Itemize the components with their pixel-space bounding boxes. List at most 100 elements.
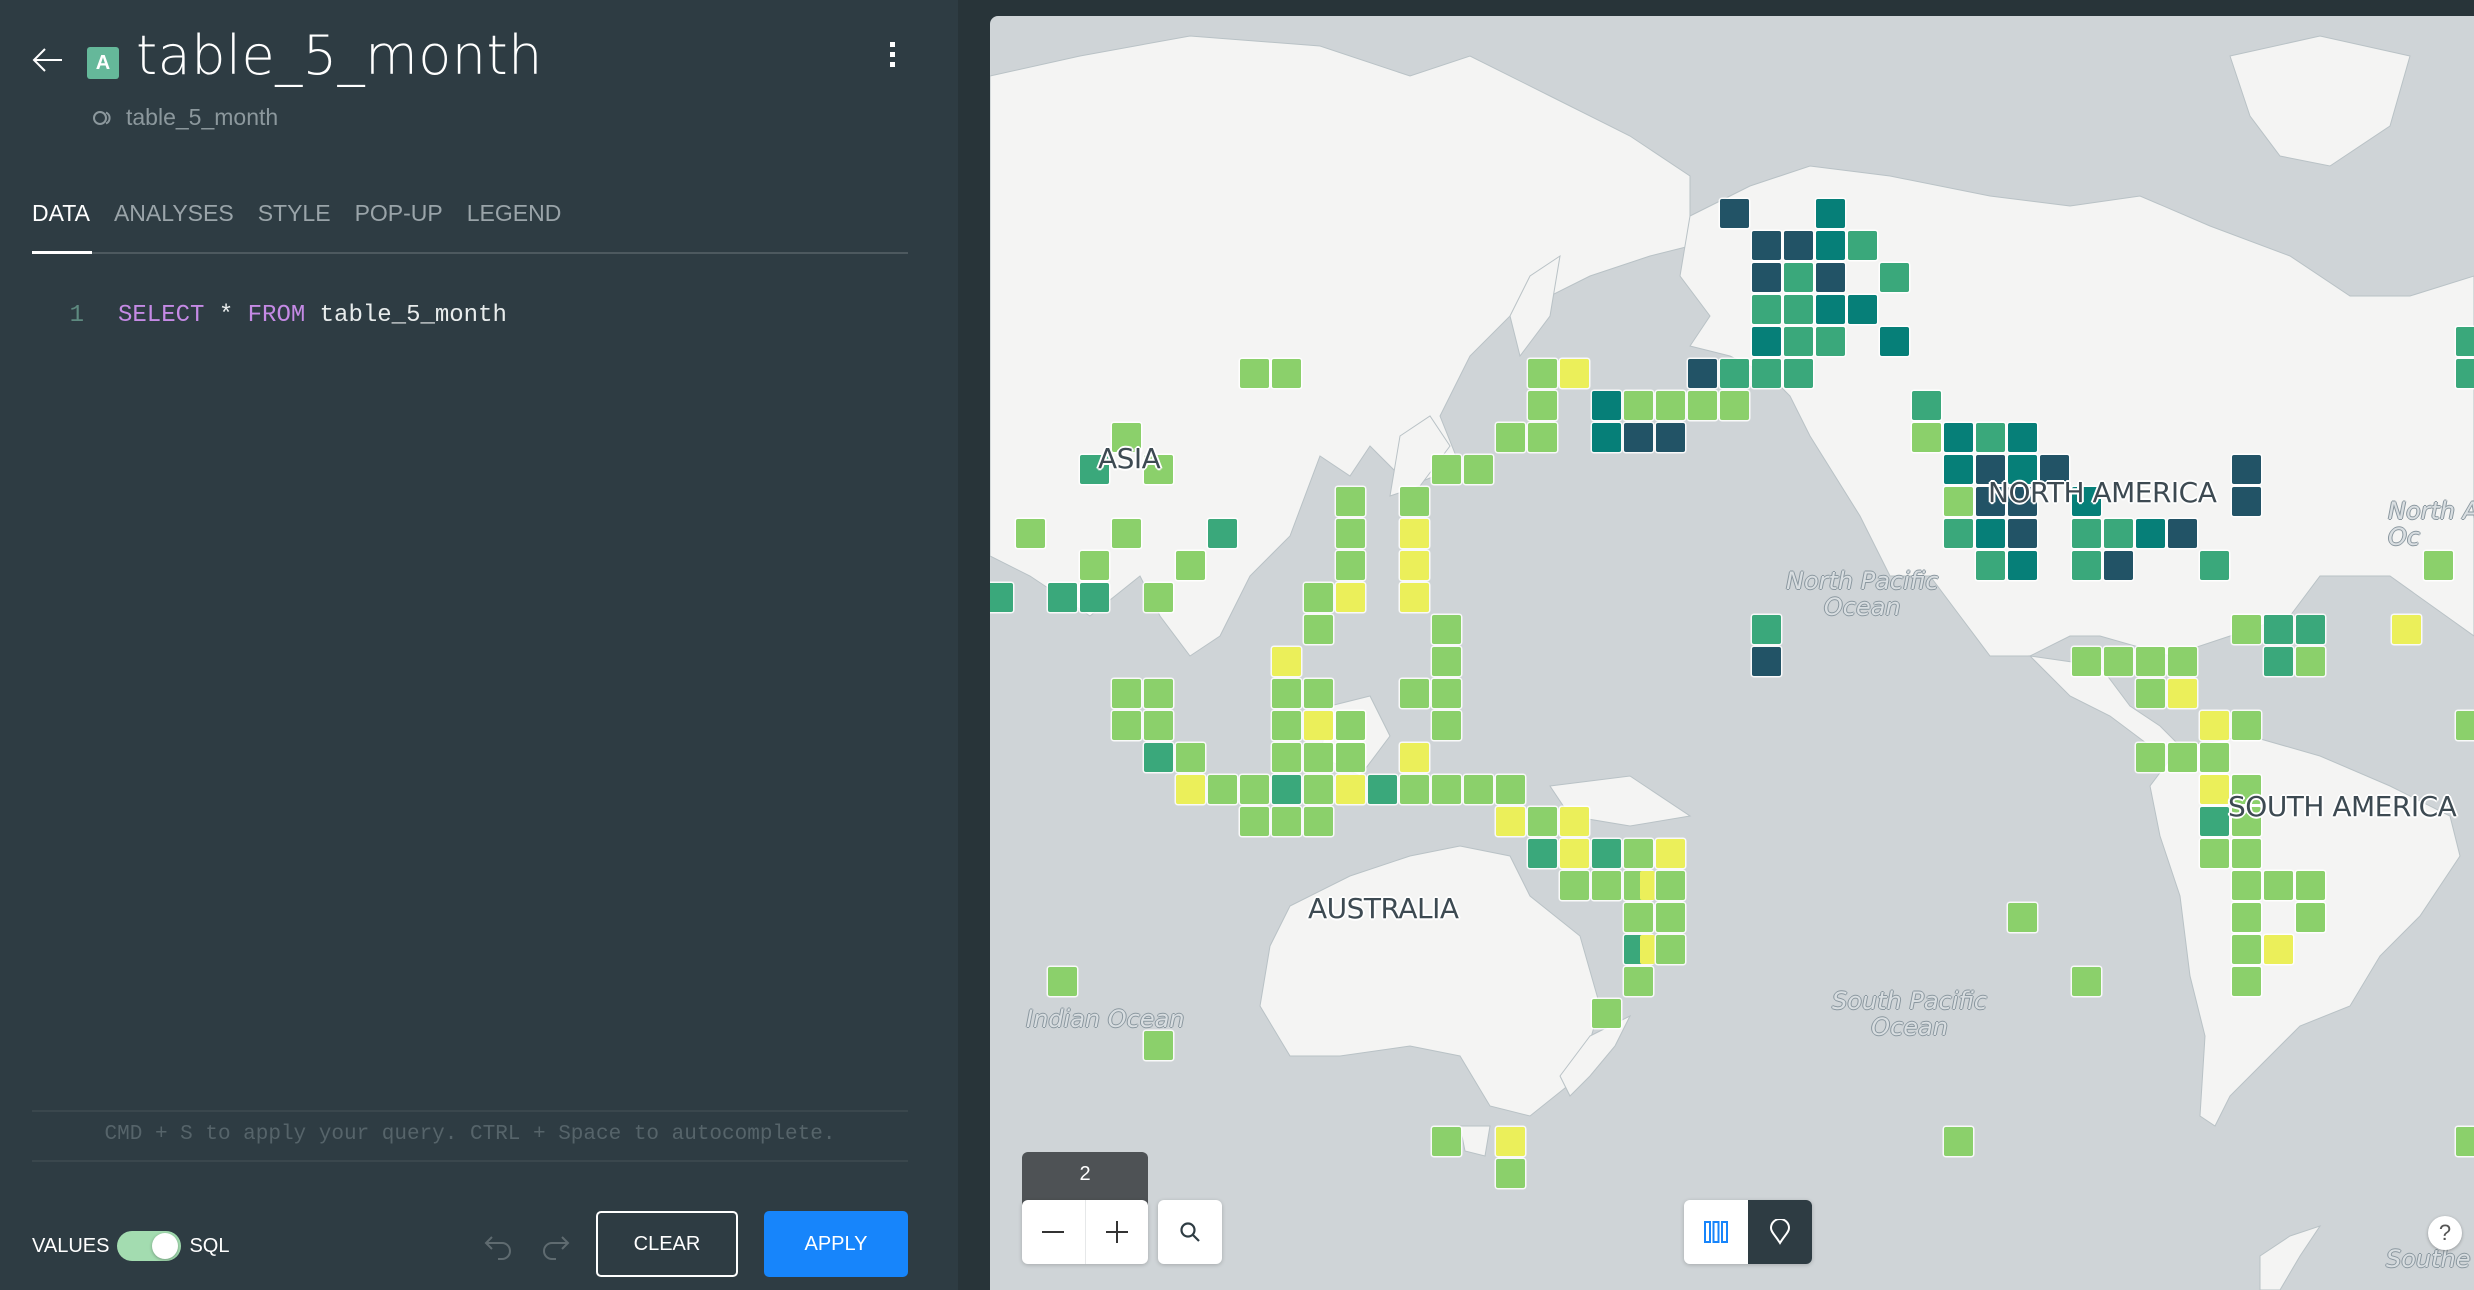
grid-cell[interactable] bbox=[2296, 871, 2325, 900]
grid-cell[interactable] bbox=[1784, 359, 1813, 388]
grid-cell[interactable] bbox=[1144, 711, 1173, 740]
grid-cell[interactable] bbox=[2264, 615, 2293, 644]
grid-cell[interactable] bbox=[2136, 647, 2165, 676]
grid-cell[interactable] bbox=[1560, 839, 1589, 868]
grid-cell[interactable] bbox=[1784, 295, 1813, 324]
values-sql-switch[interactable] bbox=[117, 1231, 182, 1261]
grid-cell[interactable] bbox=[2232, 903, 2261, 932]
grid-cell[interactable] bbox=[2104, 647, 2133, 676]
grid-cell[interactable] bbox=[1944, 455, 1973, 484]
grid-cell[interactable] bbox=[2168, 743, 2197, 772]
tab-style[interactable]: STYLE bbox=[258, 200, 331, 255]
grid-cell[interactable] bbox=[1432, 711, 1461, 740]
grid-cell[interactable] bbox=[1816, 263, 1845, 292]
grid-cell[interactable] bbox=[1176, 775, 1205, 804]
tab-legend[interactable]: LEGEND bbox=[467, 200, 562, 255]
grid-cell[interactable] bbox=[1640, 871, 1655, 900]
grid-cell[interactable] bbox=[1528, 807, 1557, 836]
grid-cell[interactable] bbox=[2104, 551, 2133, 580]
grid-cell[interactable] bbox=[2232, 967, 2261, 996]
grid-cell[interactable] bbox=[1592, 423, 1621, 452]
grid-cell[interactable] bbox=[1656, 903, 1685, 932]
grid-cell[interactable] bbox=[2232, 615, 2261, 644]
grid-cell[interactable] bbox=[1304, 615, 1333, 644]
grid-cell[interactable] bbox=[1144, 1031, 1173, 1060]
grid-cell[interactable] bbox=[1624, 423, 1653, 452]
grid-cell[interactable] bbox=[1688, 391, 1717, 420]
grid-cell[interactable] bbox=[1336, 487, 1365, 516]
grid-cell[interactable] bbox=[1272, 807, 1301, 836]
grid-cell[interactable] bbox=[1048, 583, 1077, 612]
grid-cell[interactable] bbox=[2456, 1127, 2474, 1156]
grid-cell[interactable] bbox=[1784, 327, 1813, 356]
grid-cell[interactable] bbox=[1144, 583, 1173, 612]
grid-cell[interactable] bbox=[1304, 775, 1333, 804]
grid-cell[interactable] bbox=[1304, 743, 1333, 772]
grid-cell[interactable] bbox=[1624, 967, 1653, 996]
grid-cell[interactable] bbox=[1752, 647, 1781, 676]
grid-cell[interactable] bbox=[1144, 679, 1173, 708]
grid-cell[interactable] bbox=[1240, 775, 1269, 804]
grid-cell[interactable] bbox=[1976, 551, 2005, 580]
grid-cell[interactable] bbox=[1368, 775, 1397, 804]
grid-cell[interactable] bbox=[1080, 583, 1109, 612]
grid-cell[interactable] bbox=[1816, 231, 1845, 260]
grid-cell[interactable] bbox=[2136, 519, 2165, 548]
grid-cell[interactable] bbox=[1176, 551, 1205, 580]
grid-cell[interactable] bbox=[2008, 903, 2037, 932]
grid-cell[interactable] bbox=[1336, 583, 1365, 612]
grid-cell[interactable] bbox=[1752, 295, 1781, 324]
grid-cell[interactable] bbox=[2136, 679, 2165, 708]
grid-cell[interactable] bbox=[2168, 519, 2197, 548]
grid-cell[interactable] bbox=[1640, 935, 1655, 964]
grid-cell[interactable] bbox=[1400, 583, 1429, 612]
grid-cell[interactable] bbox=[2456, 327, 2474, 356]
grid-cell[interactable] bbox=[1336, 711, 1365, 740]
grid-cell[interactable] bbox=[1752, 615, 1781, 644]
grid-cell[interactable] bbox=[1816, 295, 1845, 324]
grid-cell[interactable] bbox=[1240, 807, 1269, 836]
grid-cell[interactable] bbox=[1272, 775, 1301, 804]
grid-cell[interactable] bbox=[2008, 551, 2037, 580]
grid-cell[interactable] bbox=[1752, 263, 1781, 292]
grid-cell[interactable] bbox=[1304, 711, 1333, 740]
grid-cell[interactable] bbox=[2456, 711, 2474, 740]
grid-cell[interactable] bbox=[2296, 903, 2325, 932]
grid-cell[interactable] bbox=[1656, 935, 1685, 964]
grid-cell[interactable] bbox=[1496, 775, 1525, 804]
grid-cell[interactable] bbox=[1720, 391, 1749, 420]
grid-cell[interactable] bbox=[1976, 423, 2005, 452]
grid-cell[interactable] bbox=[1656, 871, 1685, 900]
grid-cell[interactable] bbox=[1496, 807, 1525, 836]
grid-cell[interactable] bbox=[1336, 551, 1365, 580]
grid-cell[interactable] bbox=[2296, 647, 2325, 676]
grid-cell[interactable] bbox=[1624, 839, 1653, 868]
grid-cell[interactable] bbox=[2232, 455, 2261, 484]
grid-cell[interactable] bbox=[1944, 423, 1973, 452]
grid-cell[interactable] bbox=[2264, 871, 2293, 900]
grid-cell[interactable] bbox=[1592, 391, 1621, 420]
grid-cell[interactable] bbox=[2264, 935, 2293, 964]
grid-cell[interactable] bbox=[1656, 391, 1685, 420]
grid-cell[interactable] bbox=[2424, 551, 2453, 580]
grid-cell[interactable] bbox=[1112, 519, 1141, 548]
grid-cell[interactable] bbox=[2200, 711, 2229, 740]
help-button[interactable]: ? bbox=[2428, 1216, 2462, 1250]
grid-cell[interactable] bbox=[1272, 711, 1301, 740]
grid-cell[interactable] bbox=[1304, 583, 1333, 612]
grid-cell[interactable] bbox=[2072, 551, 2101, 580]
grid-cell[interactable] bbox=[1080, 551, 1109, 580]
zoom-in-button[interactable] bbox=[1086, 1200, 1149, 1264]
grid-cell[interactable] bbox=[2264, 647, 2293, 676]
grid-cell[interactable] bbox=[1432, 647, 1461, 676]
apply-button[interactable]: APPLY bbox=[764, 1211, 908, 1277]
grid-cell[interactable] bbox=[2296, 615, 2325, 644]
grid-cell[interactable] bbox=[1944, 1127, 1973, 1156]
grid-cell[interactable] bbox=[1304, 679, 1333, 708]
grid-cell[interactable] bbox=[1848, 295, 1877, 324]
grid-cell[interactable] bbox=[1592, 871, 1621, 900]
grid-cell[interactable] bbox=[2072, 519, 2101, 548]
grid-cell[interactable] bbox=[2200, 807, 2229, 836]
back-button[interactable] bbox=[30, 42, 66, 78]
grid-cell[interactable] bbox=[1432, 1127, 1461, 1156]
